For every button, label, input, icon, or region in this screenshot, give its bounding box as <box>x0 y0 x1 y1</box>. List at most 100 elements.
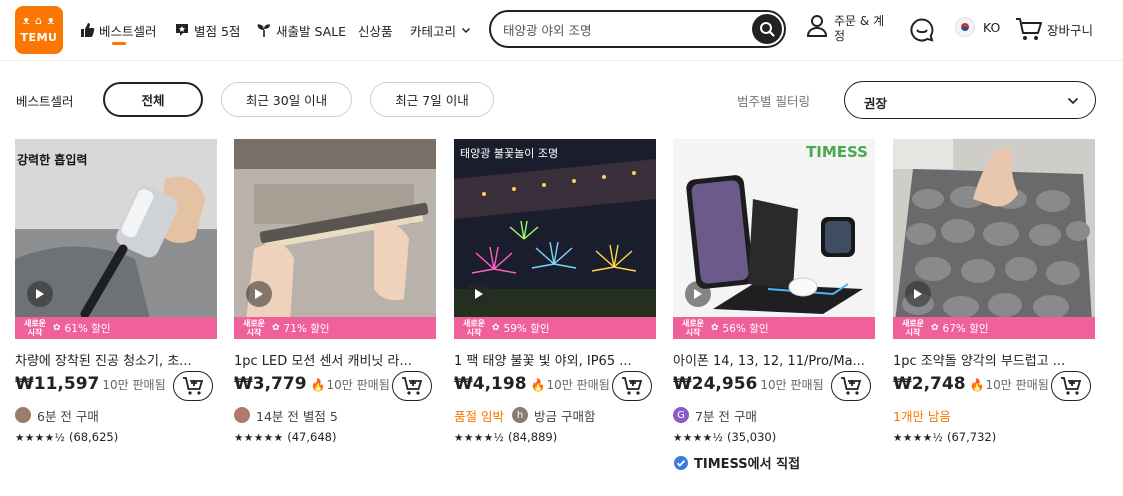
sold-count: 10만 판매됨 <box>985 378 1049 392</box>
nav-label: 새출발 SALE <box>276 23 347 39</box>
flower-icon: ✿ <box>53 323 61 333</box>
shopping-cart-icon <box>1016 18 1042 40</box>
product-title[interactable]: 아이폰 14, 13, 12, 11/Pro/Ma... <box>673 350 875 369</box>
product-image[interactable]: 태양광 불꽃놀이 조명 새로운 시작 ✿ 59% 할인 <box>454 139 656 339</box>
flame-icon: 🔥 <box>310 378 326 392</box>
search-input[interactable] <box>503 20 743 38</box>
product-image[interactable]: 강력한 흡입력 새로운 시작 ✿ 61% 할인 <box>15 139 217 339</box>
nav-new-start-sale[interactable]: 새출발 SALE <box>256 19 346 41</box>
cart-button[interactable]: 장바구니 <box>1015 16 1093 42</box>
search-icon <box>760 22 775 37</box>
user-icon <box>806 15 828 37</box>
discount-label: 61% 할인 <box>64 322 111 335</box>
discount-label: 67% 할인 <box>942 322 989 335</box>
search-bar <box>489 10 786 48</box>
product-card[interactable]: 태양광 불꽃놀이 조명 새로운 시작 ✿ 59% 할인 1 팩 태양 불꽃 빛 야… <box>454 139 656 496</box>
product-price: ₩2,748 <box>893 374 966 394</box>
add-to-cart-button[interactable] <box>173 371 213 401</box>
rating: ★★★★★ (47,648) <box>234 430 336 444</box>
price-row: ₩3,779 🔥 10만 판매됨 <box>234 374 390 398</box>
nav-categories[interactable]: 카테고리 <box>410 19 472 41</box>
rating-count: (35,030) <box>727 430 777 444</box>
activity-text: 6분 전 구매 <box>37 408 99 424</box>
chip-all[interactable]: 전체 <box>103 82 203 117</box>
price-row: ₩24,956 10만 판매됨 <box>673 374 824 398</box>
sold-count: 10만 판매됨 <box>546 378 610 392</box>
sort-dropdown[interactable]: 권장 <box>844 81 1096 119</box>
sold-count: 10만 판매됨 <box>326 378 390 392</box>
flower-icon: ✿ <box>711 323 719 333</box>
flower-icon: ✿ <box>272 323 280 333</box>
video-play-button[interactable] <box>905 281 931 307</box>
price-row: ₩2,748 🔥 10만 판매됨 <box>893 374 1049 398</box>
avatar <box>15 407 31 423</box>
product-image[interactable]: TIMESS 새로운 시작 ✿ 56% 할인 <box>673 139 875 339</box>
add-to-cart-button[interactable] <box>1051 371 1091 401</box>
product-card[interactable]: TIMESS 새로운 시작 ✿ 56% 할인 아이폰 14, 13, 12, 11… <box>673 139 875 496</box>
promo-tag-line2: 시작 <box>905 328 921 337</box>
promo-banner: 새로운 시작 ✿ 67% 할인 <box>893 317 1095 339</box>
recent-activity: G 7분 전 구매 <box>673 405 757 425</box>
flower-icon: ✿ <box>492 323 500 333</box>
product-title[interactable]: 1pc LED 모션 센서 캐비닛 라... <box>234 350 436 369</box>
video-play-button[interactable] <box>466 281 492 307</box>
add-to-cart-button[interactable] <box>612 371 652 401</box>
support-chat-button[interactable] <box>909 17 935 47</box>
promo-tag-line2: 시작 <box>27 328 43 337</box>
charger-product-photo <box>673 139 875 339</box>
search-button[interactable] <box>752 14 782 44</box>
activity-text: 방금 구매함 <box>533 408 596 424</box>
add-to-cart-icon <box>622 377 643 395</box>
product-card[interactable]: 새로운 시작 ✿ 67% 할인 1pc 조약돌 양각의 부드럽고 ... ₩2,7… <box>893 139 1095 496</box>
product-title[interactable]: 1pc 조약돌 양각의 부드럽고 ... <box>893 350 1095 369</box>
rating-count: (67,732) <box>947 430 997 444</box>
star-rating-icon: ★★★★½ <box>673 432 724 444</box>
rating-count: (68,625) <box>69 430 119 444</box>
nav-active-indicator <box>112 42 126 45</box>
price-row: ₩4,198 🔥 10만 판매됨 <box>454 374 610 398</box>
add-to-cart-icon <box>841 377 862 395</box>
product-card[interactable]: 새로운 시작 ✿ 71% 할인 1pc LED 모션 센서 캐비닛 라... ₩3… <box>234 139 436 496</box>
product-title[interactable]: 1 팩 태양 불꽃 빛 야외, IP65 ... <box>454 350 656 369</box>
video-play-button[interactable] <box>27 281 53 307</box>
product-image[interactable]: 새로운 시작 ✿ 71% 할인 <box>234 139 436 339</box>
account-menu[interactable]: 주문 & 계정 <box>806 14 892 44</box>
video-play-button[interactable] <box>246 281 272 307</box>
chip-last-7-days[interactable]: 최근 7일 이내 <box>370 82 494 117</box>
add-to-cart-button[interactable] <box>831 371 871 401</box>
promo-banner: 새로운 시작 ✿ 61% 할인 <box>15 317 217 339</box>
chip-last-30-days[interactable]: 최근 30일 이내 <box>221 82 352 117</box>
video-play-button[interactable] <box>685 281 711 307</box>
product-title[interactable]: 차량에 장착된 진공 청소기, 초... <box>15 350 217 369</box>
language-selector[interactable]: KO <box>955 17 1000 37</box>
nav-label: 별점 5점 <box>194 23 241 39</box>
activity-text: 14분 전 별점 5 <box>256 408 338 424</box>
sold-count: 10만 판매됨 <box>760 378 824 392</box>
official-seller-badge[interactable]: TIMESS에서 직접 <box>673 453 800 472</box>
nav-bestsellers[interactable]: 베스트셀러 <box>79 19 157 41</box>
cart-label: 장바구니 <box>1047 22 1094 38</box>
sold-count: 10만 판매됨 <box>102 378 166 392</box>
sort-value: 권장 <box>864 96 888 111</box>
nav-new-arrivals[interactable]: 신상품 <box>358 19 393 41</box>
chevron-down-icon <box>1067 97 1079 105</box>
play-icon <box>255 289 263 299</box>
product-card[interactable]: 강력한 흡입력 새로운 시작 ✿ 61% 할인 차량에 장착된 진공 청소기, 초… <box>15 139 217 496</box>
fireworks-light-product-photo <box>454 139 656 339</box>
avatar <box>234 407 250 423</box>
rating-count: (84,889) <box>508 430 558 444</box>
temu-logo[interactable]: ᴥ ⌂ ᴥ TEMU <box>15 6 63 54</box>
star-rating-icon: ★★★★★ <box>234 432 284 444</box>
nav-five-star[interactable]: 별점 5점 <box>174 19 240 41</box>
play-icon <box>914 289 922 299</box>
product-image[interactable]: 새로운 시작 ✿ 67% 할인 <box>893 139 1095 339</box>
image-caption: 강력한 흡입력 <box>17 153 88 167</box>
discount-label: 56% 할인 <box>722 322 769 335</box>
star-rating-icon: ★★★★½ <box>454 432 505 444</box>
flame-icon: 🔥 <box>969 378 985 392</box>
rating: ★★★★½ (68,625) <box>15 430 118 444</box>
verified-badge-icon <box>674 455 688 470</box>
add-to-cart-button[interactable] <box>392 371 432 401</box>
chevron-down-icon <box>461 27 471 34</box>
flower-icon: ✿ <box>931 323 939 333</box>
